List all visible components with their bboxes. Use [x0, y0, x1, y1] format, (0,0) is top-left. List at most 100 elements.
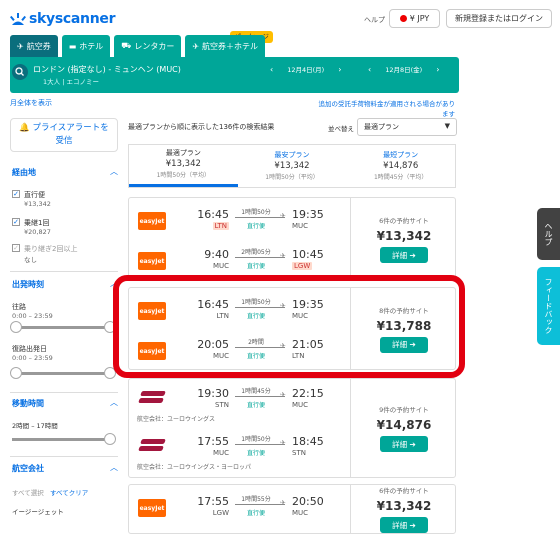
stops-price: ¥13,342	[24, 200, 51, 208]
select-button[interactable]: 詳細 ➔	[380, 247, 428, 263]
tab-car-rental[interactable]: ⛟ レンタカー	[114, 35, 182, 57]
departure-time: 19:30	[197, 387, 229, 400]
login-button[interactable]: 新規登録またはログイン	[446, 9, 552, 28]
arrival-time: 22:15	[292, 387, 324, 400]
price-panel: 6件の予約サイト ¥13,342 詳細 ➔	[351, 198, 457, 280]
select-button[interactable]: 詳細 ➔	[380, 436, 428, 452]
airline-option[interactable]: イージージェット	[12, 506, 64, 516]
fare-price: ¥13,342	[376, 229, 432, 243]
depart-date[interactable]: ‹ 12月4日(月) ›	[270, 64, 341, 75]
flight-leg: easyJet 17:55 LGW 1時間55分 ✈ 直行便 20:50 MUC	[129, 491, 351, 531]
month-view-link[interactable]: 月全体を表示	[10, 98, 52, 108]
stops-filter-header[interactable]: 経由地	[12, 167, 36, 178]
plan-duration: 1時間50分（平均）	[265, 173, 319, 181]
airline-clear-all[interactable]: すべてクリア	[50, 487, 88, 497]
slider-handle[interactable]	[104, 433, 116, 445]
booking-sites-count: 9件の予約サイト	[379, 406, 429, 414]
stops-label: 乗継1回	[24, 219, 50, 227]
search-icon[interactable]	[12, 64, 28, 80]
checkbox-icon[interactable]: ✓	[12, 190, 20, 198]
chevron-left-icon[interactable]: ‹	[368, 65, 371, 74]
plan-title: 最適プラン	[165, 149, 201, 157]
skyscanner-logo[interactable]: skyscanner	[10, 11, 115, 27]
flight-leg: easyJet 16:45 LTN 1時間50分 ✈ 直行便 19:35 MUC	[129, 204, 351, 244]
route-line	[235, 217, 285, 218]
tab-cheapest[interactable]: 最安プラン ¥13,342 1時間50分（平均）	[238, 145, 347, 187]
plan-summary-tabs: 最適プラン ¥13,342 1時間50分（平均） 最安プラン ¥13,342 1時間50…	[128, 144, 456, 188]
arrival-airport: LGW	[292, 262, 313, 270]
tab-fastest[interactable]: 最短プラン ¥14,876 1時間45分（平均）	[346, 145, 455, 187]
feedback-side-tab[interactable]: フィードバック	[537, 267, 560, 345]
return-time-slider[interactable]	[10, 367, 116, 379]
sort-value: 最適プラン	[364, 123, 399, 131]
plan-price: ¥14,876	[383, 160, 419, 171]
chevron-right-icon[interactable]: ›	[436, 65, 439, 74]
currency-label: ¥ JPY	[409, 14, 430, 23]
select-button[interactable]: 詳細 ➔	[380, 517, 428, 533]
tab-best[interactable]: 最適プラン ¥13,342 1時間50分（平均）	[129, 145, 238, 187]
airport-code: MUC	[292, 222, 309, 230]
price-panel: 9件の予約サイト ¥14,876 詳細 ➔	[351, 379, 457, 477]
baggage-fee-note[interactable]: 追加の受託手荷物料金が適用される場合があります	[318, 98, 456, 118]
tab-flights[interactable]: ✈ 航空券	[10, 35, 58, 57]
airline-logo-text: easyJet	[139, 257, 165, 265]
fare-price: ¥14,876	[376, 418, 432, 432]
chevron-right-icon[interactable]: ›	[338, 65, 341, 74]
stops-label: 直行便	[246, 263, 265, 270]
sort-dropdown[interactable]: 最適プラン ▼	[357, 118, 457, 136]
price-alert-label: 🔔 プライスアラートを	[19, 123, 109, 133]
flight-duration: 1時間50分	[241, 436, 271, 443]
chevron-left-icon[interactable]: ‹	[270, 65, 273, 74]
plane-icon: ✈	[280, 391, 286, 399]
stops-label: 直行便	[246, 450, 265, 457]
car-icon: ⛟	[121, 41, 132, 50]
route-line	[235, 444, 285, 445]
flight-legs: easyJet 17:55 LGW 1時間55分 ✈ 直行便 20:50 MUC	[129, 485, 351, 533]
tab-hotels[interactable]: ▬ ホテル	[61, 35, 111, 57]
checkbox-icon[interactable]: ✓	[12, 244, 20, 252]
checkbox-icon[interactable]: ✓	[12, 218, 20, 226]
stops-direct-checkbox[interactable]: ✓ 直行便 ¥13,342	[12, 190, 51, 208]
operated-by-text: 航空会社：ユーロウイングス・ヨーロッパ	[137, 464, 252, 471]
tab-label: レンタカー	[134, 41, 175, 51]
duration-slider[interactable]	[12, 433, 116, 445]
arrival-time: 10:45	[292, 248, 324, 261]
caret-down-icon: ▼	[444, 122, 450, 130]
slider-handle[interactable]	[10, 367, 22, 379]
top-bar: skyscanner ヘルプ ¥ JPY 新規登録またはログイン	[0, 0, 560, 40]
airport-code: LGW	[212, 509, 229, 517]
plane-icon: ✈	[280, 439, 286, 447]
sort-label: 並べ替え	[328, 125, 354, 133]
arrival-airport: MUC	[292, 401, 308, 409]
chevron-up-icon[interactable]: ︿	[110, 166, 118, 177]
plane-icon: ✈	[280, 252, 286, 260]
chevron-up-icon[interactable]: ︿	[110, 397, 118, 408]
route-line	[235, 504, 285, 505]
stops-two-plus-checkbox[interactable]: ✓ 乗り継ぎ2回以上 なし	[12, 244, 77, 264]
slider-handle[interactable]	[10, 321, 22, 333]
tab-flight-hotel[interactable]: ✈ 航空券＋ホテル	[185, 35, 266, 57]
outbound-time-slider[interactable]	[10, 321, 116, 333]
flight-result-card[interactable]: easyJet 16:45 LTN 1時間50分 ✈ 直行便 19:35 MUC easyJet…	[128, 197, 456, 281]
return-date[interactable]: ‹ 12月8日(金) ›	[368, 64, 439, 75]
search-summary-bar[interactable]	[10, 57, 459, 93]
currency-button[interactable]: ¥ JPY	[389, 9, 440, 28]
airline-filter-header[interactable]: 航空会社	[12, 463, 44, 474]
chevron-up-icon[interactable]: ︿	[110, 462, 118, 473]
airline-select-all[interactable]: すべて選択	[12, 487, 44, 497]
japan-flag-icon	[399, 15, 407, 22]
arrival-time: 18:45	[292, 435, 324, 448]
return-time-label: 復路出発日	[12, 345, 47, 353]
price-alert-button[interactable]: 🔔 プライスアラートを 受信	[10, 118, 118, 152]
stops-label: 乗り継ぎ2回以上	[24, 245, 78, 253]
return-date-label: 12月8日(金)	[385, 66, 423, 74]
help-side-tab[interactable]: ヘルプ	[537, 208, 560, 260]
duration-filter-header[interactable]: 移動時間	[12, 398, 44, 409]
stops-one-checkbox[interactable]: ✓ 乗継1回 ¥20,827	[12, 218, 51, 236]
flight-result-card[interactable]: easyJet 17:55 LGW 1時間55分 ✈ 直行便 20:50 MUC 6件の予約サイ…	[128, 484, 456, 534]
stops-label: 直行便	[246, 223, 265, 230]
help-link[interactable]: ヘルプ	[364, 15, 385, 25]
departure-time: 9:40	[204, 248, 229, 261]
time-filter-header[interactable]: 出発時刻	[12, 279, 44, 290]
flight-result-card[interactable]: 19:30 STN 1時間45分 ✈ 直行便 22:15 MUC 航空会社：ユーロウイングス 1…	[128, 378, 456, 478]
